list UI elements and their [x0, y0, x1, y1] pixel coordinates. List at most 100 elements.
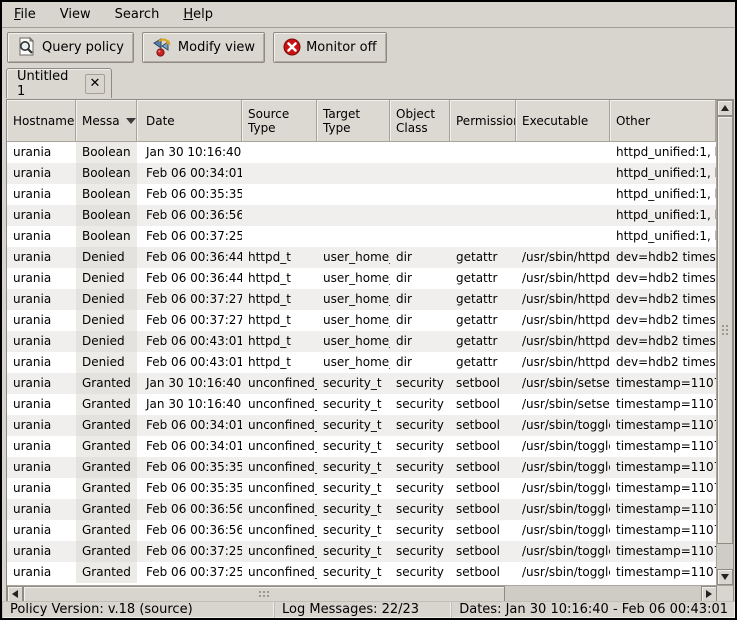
- cell-other: dev=hdb2 timesta: [610, 310, 716, 331]
- table-body: urania Boolean Jan 30 10:16:40 httpd_unifie…: [7, 142, 716, 585]
- cell-executable: /usr/sbin/toggle: [516, 436, 610, 457]
- cell-source-type: httpd_t: [242, 310, 317, 331]
- cell-target-type: [317, 142, 390, 163]
- column-header-target-type[interactable]: Target Type: [317, 100, 390, 142]
- cell-object-class: security: [390, 541, 450, 562]
- cell-target-type: user_home_: [317, 268, 390, 289]
- table-row[interactable]: uraniaBooleanJan 30 10:16:40httpd_unifie…: [7, 142, 716, 163]
- cell-target-type: security_t: [317, 436, 390, 457]
- cell-other: httpd_unified:1, h: [610, 226, 716, 247]
- query-policy-icon: [17, 37, 37, 57]
- cell-object-class: security: [390, 415, 450, 436]
- table-row[interactable]: uraniaDeniedFeb 06 00:43:01httpd_tuser_h…: [7, 331, 716, 352]
- cell-object-class: [390, 205, 450, 226]
- query-policy-button[interactable]: Query policy: [7, 32, 134, 63]
- scroll-right-button[interactable]: [701, 586, 717, 602]
- cell-source-type: httpd_t: [242, 247, 317, 268]
- table-header: Hostname Messa Date Source Type Target T…: [7, 100, 716, 142]
- cell-hostname: urania: [7, 541, 76, 562]
- table-row[interactable]: uraniaGrantedFeb 06 00:37:25unconfined_s…: [7, 562, 716, 583]
- cell-date: Feb 06 00:36:56: [137, 520, 242, 541]
- column-header-hostname[interactable]: Hostname: [7, 100, 76, 142]
- monitor-off-label: Monitor off: [306, 40, 376, 55]
- modify-view-button[interactable]: Modify view: [142, 32, 265, 63]
- vertical-scrollbar-thumb[interactable]: [717, 116, 733, 544]
- table-row[interactable]: uraniaGrantedFeb 06 00:35:35unconfined_s…: [7, 457, 716, 478]
- modify-view-icon: [152, 37, 173, 58]
- cell-object-class: dir: [390, 289, 450, 310]
- table-row[interactable]: uraniaGrantedJan 30 10:16:40unconfined_s…: [7, 373, 716, 394]
- cell-object-class: security: [390, 478, 450, 499]
- cell-date: Jan 30 10:16:40: [137, 394, 242, 415]
- cell-permission: setbool: [450, 373, 516, 394]
- table-row[interactable]: uraniaDeniedFeb 06 00:43:01httpd_tuser_h…: [7, 352, 716, 373]
- status-bar: Policy Version: v.18 (source) Log Messag…: [2, 601, 735, 618]
- table-row[interactable]: uraniaDeniedFeb 06 00:36:44httpd_tuser_h…: [7, 268, 716, 289]
- table-row[interactable]: uraniaGrantedFeb 06 00:36:56unconfined_s…: [7, 499, 716, 520]
- cell-hostname: urania: [7, 331, 76, 352]
- column-header-object-class[interactable]: Object Class: [390, 100, 450, 142]
- table-row[interactable]: uraniaBooleanFeb 06 00:36:56httpd_unifie…: [7, 205, 716, 226]
- cell-permission: setbool: [450, 436, 516, 457]
- cell-target-type: [317, 163, 390, 184]
- column-header-permission[interactable]: Permission: [450, 100, 516, 142]
- horizontal-scrollbar-thumb[interactable]: [23, 586, 505, 602]
- scroll-down-button[interactable]: [717, 569, 733, 585]
- table-row[interactable]: uraniaDeniedFeb 06 00:37:27httpd_tuser_h…: [7, 289, 716, 310]
- table-row[interactable]: uraniaDeniedFeb 06 00:37:27httpd_tuser_h…: [7, 310, 716, 331]
- horizontal-scrollbar-trough[interactable]: [505, 586, 701, 602]
- cell-object-class: [390, 184, 450, 205]
- menu-help[interactable]: Help: [175, 4, 221, 25]
- cell-other: timestamp=11076: [610, 478, 716, 499]
- cell-source-type: [242, 226, 317, 247]
- tab-bar: Untitled 1 ✕: [2, 66, 735, 97]
- cell-object-class: security: [390, 373, 450, 394]
- table-row[interactable]: uraniaBooleanFeb 06 00:34:01httpd_unifie…: [7, 163, 716, 184]
- horizontal-scrollbar[interactable]: [7, 585, 733, 602]
- table-row[interactable]: uraniaGrantedFeb 06 00:35:35unconfined_s…: [7, 478, 716, 499]
- column-header-source-type[interactable]: Source Type: [242, 100, 317, 142]
- table-row[interactable]: uraniaBooleanFeb 06 00:37:25httpd_unifie…: [7, 226, 716, 247]
- monitor-off-button[interactable]: Monitor off: [273, 32, 386, 63]
- cell-source-type: unconfined_: [242, 457, 317, 478]
- cell-permission: [450, 142, 516, 163]
- cell-date: Feb 06 00:34:01: [137, 163, 242, 184]
- cell-hostname: urania: [7, 499, 76, 520]
- cell-target-type: security_t: [317, 373, 390, 394]
- tab-untitled-1[interactable]: Untitled 1 ✕: [6, 68, 112, 98]
- cell-permission: [450, 226, 516, 247]
- vertical-scrollbar[interactable]: [716, 100, 733, 585]
- log-messages-status: Log Messages: 22/23: [274, 601, 451, 618]
- table-row[interactable]: uraniaGrantedFeb 06 00:36:56unconfined_s…: [7, 520, 716, 541]
- column-header-date[interactable]: Date: [137, 100, 242, 142]
- cell-hostname: urania: [7, 478, 76, 499]
- table-row[interactable]: uraniaGrantedJan 30 10:16:40unconfined_s…: [7, 394, 716, 415]
- column-header-message[interactable]: Messa: [76, 100, 137, 142]
- cell-executable: /usr/sbin/setseb: [516, 394, 610, 415]
- cell-message: Granted: [76, 373, 137, 394]
- cell-source-type: unconfined_: [242, 415, 317, 436]
- menu-view[interactable]: View: [52, 4, 99, 25]
- column-header-other[interactable]: Other: [610, 100, 716, 142]
- cell-other: httpd_unified:1, h: [610, 205, 716, 226]
- cell-message: Denied: [76, 289, 137, 310]
- cell-object-class: [390, 163, 450, 184]
- table-row[interactable]: uraniaGrantedFeb 06 00:34:01unconfined_s…: [7, 436, 716, 457]
- scroll-up-button[interactable]: [717, 100, 733, 116]
- sort-descending-icon: [126, 118, 136, 124]
- tab-close-button[interactable]: ✕: [85, 74, 105, 94]
- cell-target-type: security_t: [317, 562, 390, 583]
- menu-search[interactable]: Search: [107, 4, 168, 25]
- table-row[interactable]: uraniaDeniedFeb 06 00:36:44httpd_tuser_h…: [7, 247, 716, 268]
- menu-file[interactable]: File: [6, 4, 44, 25]
- table-row[interactable]: uraniaGrantedFeb 06 00:37:25unconfined_s…: [7, 541, 716, 562]
- column-header-executable[interactable]: Executable: [516, 100, 610, 142]
- cell-date: Feb 06 00:36:56: [137, 499, 242, 520]
- cell-message: Boolean: [76, 184, 137, 205]
- scroll-left-button[interactable]: [7, 586, 23, 602]
- cell-message: Denied: [76, 310, 137, 331]
- cell-permission: setbool: [450, 415, 516, 436]
- cell-hostname: urania: [7, 457, 76, 478]
- table-row[interactable]: uraniaGrantedFeb 06 00:34:01unconfined_s…: [7, 415, 716, 436]
- table-row[interactable]: uraniaBooleanFeb 06 00:35:35httpd_unifie…: [7, 184, 716, 205]
